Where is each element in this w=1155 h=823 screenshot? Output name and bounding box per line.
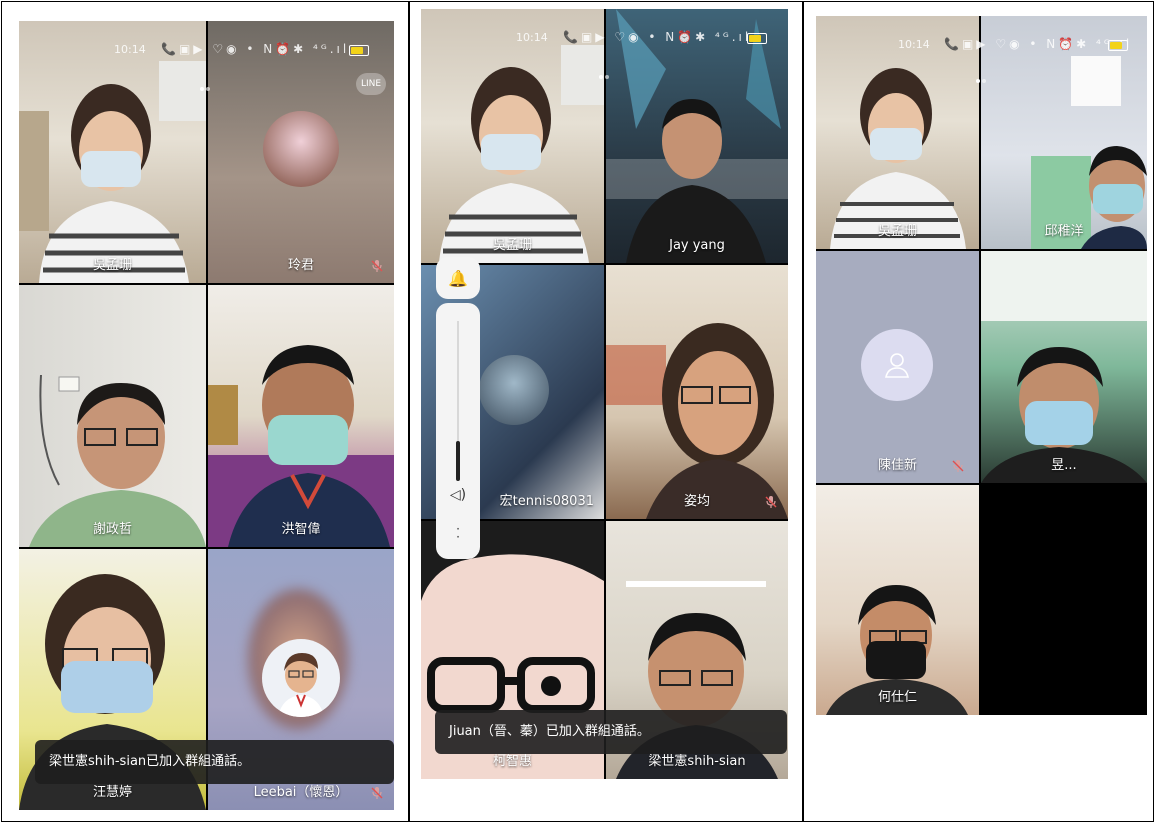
more-options-icon[interactable]: · · — [436, 523, 480, 543]
mic-off-icon — [764, 495, 778, 509]
participant-video — [606, 323, 788, 519]
call-screen-3: 吳孟珊 邱稚洋 陳佳新 昱... 何仕仁 10:14 📞▣▶ ♡◉ • N⏰✱ … — [816, 16, 1147, 715]
participant-tile[interactable]: 昱... — [981, 251, 1147, 483]
page-indicator — [599, 64, 613, 79]
status-time: 10:14 — [898, 38, 930, 51]
status-bar: 10:14 📞▣▶ ♡◉ • N⏰✱ ⁴ᴳ.ıl — [816, 36, 1147, 56]
profile-avatar — [479, 355, 549, 425]
join-notification-toast: 梁世憲shih-sian已加入群組通話。 — [35, 740, 394, 784]
participant-name: 姿均 — [683, 494, 710, 509]
participant-name: 吳孟珊 — [92, 258, 132, 273]
status-icons: 📞▣▶ ♡◉ • N⏰✱ ⁴ᴳ.ıl — [563, 30, 752, 44]
participant-name: 昱... — [1051, 458, 1077, 473]
screenshot-frame-2: 吳孟珊 Jay yang 宏tennis08031 姿均 柯智惠 梁世憲shih… — [409, 1, 803, 822]
participant-name: 吳孟珊 — [492, 238, 532, 253]
status-bar: 10:14 📞▣▶ ♡◉ • N⏰✱ ⁴ᴳ.ıl — [421, 29, 788, 49]
participant-name: 邱稚洋 — [1044, 224, 1084, 239]
bell-icon: 🔔 — [448, 268, 468, 288]
page-indicator — [200, 76, 214, 91]
status-time: 10:14 — [516, 31, 548, 44]
participant-name: 何仕仁 — [877, 690, 917, 705]
participant-name: 謝政哲 — [92, 522, 132, 537]
status-time: 10:14 — [114, 43, 146, 56]
speaker-icon: ◁) — [449, 487, 467, 503]
person-icon — [885, 353, 909, 378]
participant-tile[interactable]: 洪智偉 — [208, 285, 394, 547]
call-screen-2: 吳孟珊 Jay yang 宏tennis08031 姿均 柯智惠 梁世憲shih… — [421, 9, 788, 779]
status-icons: 📞▣▶ ♡◉ • N⏰✱ ⁴ᴳ.ıl — [161, 42, 350, 56]
status-bar: 10:14 📞▣▶ ♡◉ • N⏰✱ ⁴ᴳ.ıl — [19, 41, 394, 61]
mic-off-icon — [951, 459, 965, 473]
volume-panel: ◁) · · — [436, 303, 480, 559]
participant-name: 玲君 — [287, 258, 314, 273]
page-indicator — [976, 68, 990, 83]
memoji-avatar — [278, 653, 324, 717]
participant-video — [981, 251, 1147, 483]
profile-avatar — [262, 639, 340, 717]
line-logo-icon: LINE — [356, 73, 386, 95]
join-notification-toast: Jiuan（晉、蓁）已加入群組通話。 — [435, 710, 787, 754]
battery-icon — [349, 45, 369, 56]
profile-avatar — [263, 111, 339, 187]
participant-name: 吳孟珊 — [877, 224, 917, 239]
participant-tile[interactable]: 姿均 — [606, 265, 788, 519]
status-icons: 📞▣▶ ♡◉ • N⏰✱ ⁴ᴳ.ıl — [944, 37, 1133, 51]
participant-video — [29, 374, 206, 547]
ringer-mode-button[interactable]: 🔔 — [436, 257, 480, 299]
empty-tile — [981, 485, 1147, 715]
participant-tile[interactable]: 謝政哲 — [19, 285, 206, 547]
participant-tile[interactable]: 何仕仁 — [816, 485, 979, 715]
participant-tile[interactable]: 陳佳新 — [816, 251, 979, 483]
call-screen-1: 吳孟珊 玲君 LINE 謝政哲 洪智偉 汪慧婷 Leebai（懷恩） 10:14… — [19, 21, 394, 810]
participant-video — [208, 345, 394, 547]
participant-video — [826, 585, 968, 715]
volume-slider-fill[interactable] — [456, 441, 460, 481]
participant-name: 洪智偉 — [281, 522, 321, 537]
default-avatar — [861, 329, 933, 401]
battery-icon — [747, 33, 767, 44]
mic-off-icon — [370, 259, 384, 273]
battery-icon — [1108, 40, 1128, 51]
screenshot-frame-3: 吳孟珊 邱稚洋 陳佳新 昱... 何仕仁 10:14 📞▣▶ ♡◉ • N⏰✱ … — [803, 1, 1154, 822]
mic-off-icon — [370, 786, 384, 800]
screenshot-frame-1: 吳孟珊 玲君 LINE 謝政哲 洪智偉 汪慧婷 Leebai（懷恩） 10:14… — [1, 1, 409, 822]
participant-name: Jay yang — [669, 238, 725, 253]
